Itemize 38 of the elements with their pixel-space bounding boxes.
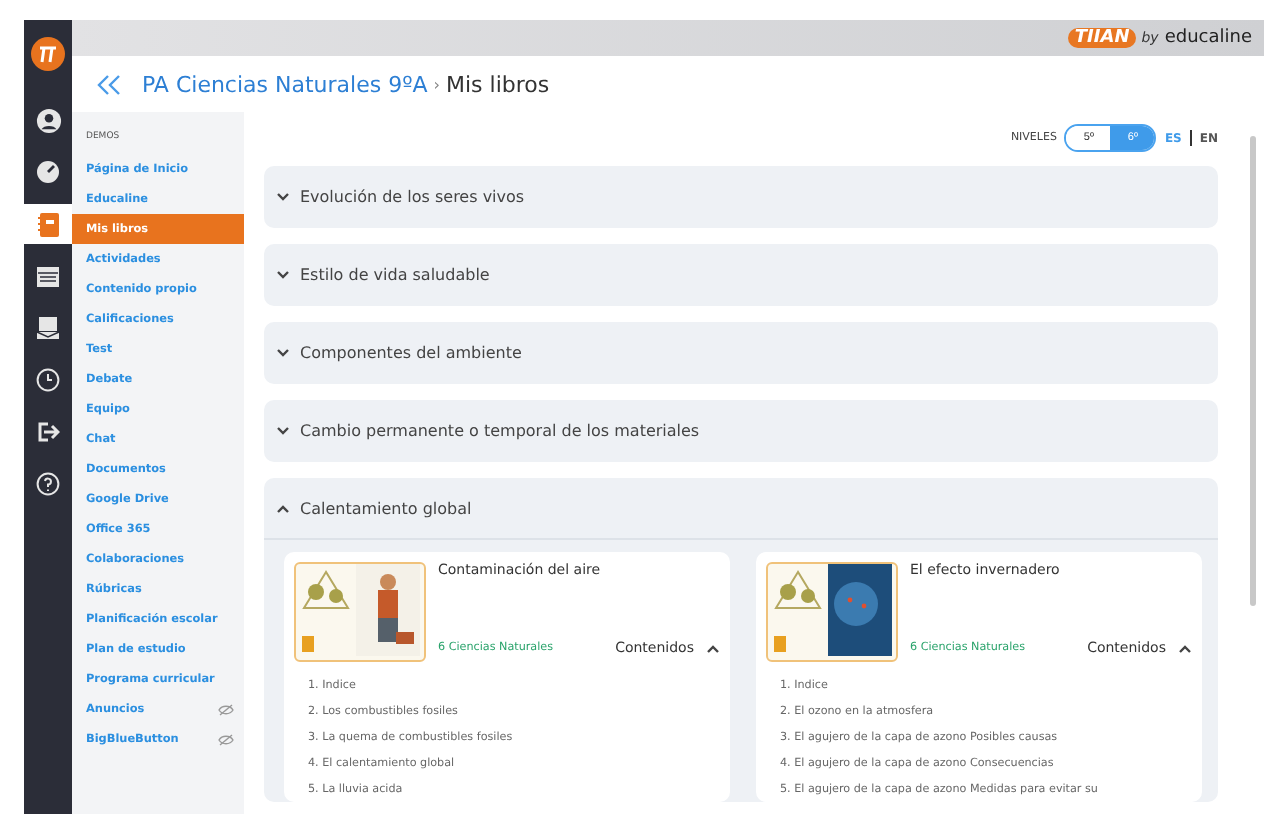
breadcrumb-link[interactable]: PA Ciencias Naturales 9ºA bbox=[142, 71, 428, 97]
unit-title: Componentes del ambiente bbox=[300, 344, 522, 362]
book-rail-button[interactable] bbox=[24, 204, 72, 244]
chevron-up-icon bbox=[1178, 643, 1192, 653]
logo-icon bbox=[30, 36, 66, 72]
book-cover bbox=[294, 562, 426, 662]
eye-slash-icon bbox=[218, 733, 234, 745]
back-button[interactable] bbox=[96, 73, 122, 95]
book-cover bbox=[766, 562, 898, 662]
help-icon bbox=[36, 472, 60, 496]
monitor-mail-icon bbox=[36, 316, 60, 340]
chevron-down-icon bbox=[276, 426, 290, 436]
chevron-down-icon bbox=[276, 270, 290, 280]
unit-title: Evolución de los seres vivos bbox=[300, 188, 525, 206]
breadcrumb-separator: › bbox=[433, 75, 440, 93]
eye-slash-icon bbox=[218, 703, 234, 715]
unit-header[interactable]: Calentamiento global bbox=[264, 478, 1218, 540]
unit-title: Cambio permanente o temporal de los materiales bbox=[300, 422, 700, 440]
clock-icon bbox=[36, 368, 60, 392]
user-icon bbox=[35, 107, 61, 133]
logout-icon bbox=[36, 422, 60, 442]
unit-title: Calentamiento global bbox=[300, 499, 472, 517]
unit-header[interactable]: Estilo de vida saludable bbox=[264, 244, 1218, 306]
unit-header[interactable]: Evolución de los seres vivos bbox=[264, 166, 1218, 228]
unit-header[interactable]: Cambio permanente o temporal de los materiales bbox=[264, 400, 1218, 462]
calendar-icon bbox=[36, 264, 60, 288]
chevron-down-icon bbox=[276, 348, 290, 358]
chevron-down-icon bbox=[276, 192, 290, 202]
gauge-icon bbox=[36, 160, 60, 184]
double-chevron-left-icon bbox=[96, 73, 122, 95]
chevron-up-icon bbox=[706, 643, 720, 653]
chevron-up-icon bbox=[276, 503, 290, 513]
page-title: Mis libros bbox=[445, 71, 550, 97]
partner-logo-text: educaline bbox=[1164, 28, 1252, 48]
brand-logo: TIIAN bbox=[1068, 28, 1136, 48]
unit-header[interactable]: Componentes del ambiente bbox=[264, 322, 1218, 384]
unit-title: Estilo de vida saludable bbox=[300, 266, 490, 284]
notebook-icon bbox=[37, 211, 59, 237]
